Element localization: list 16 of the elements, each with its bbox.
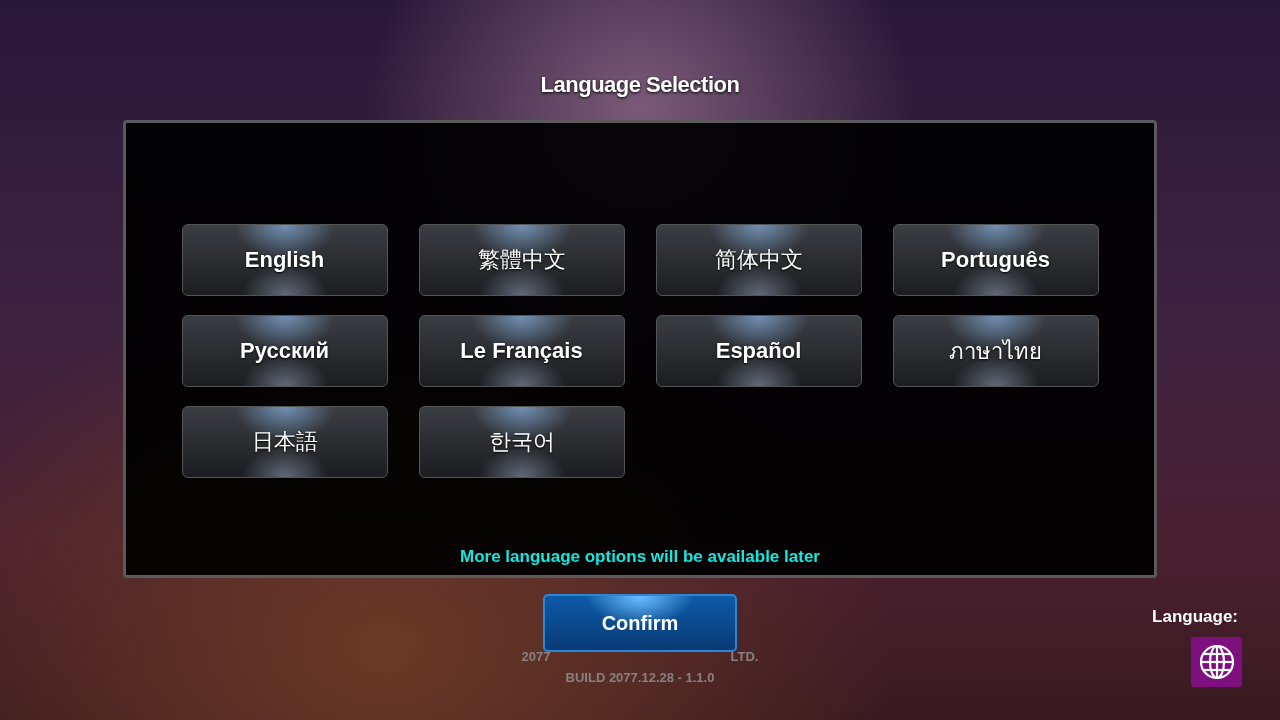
build-version: BUILD 2077.12.28 - 1.1.0 xyxy=(565,670,715,685)
language-button[interactable]: Português xyxy=(892,224,1099,296)
confirm-button[interactable]: Confirm xyxy=(543,594,737,652)
language-button[interactable]: 한국어 xyxy=(418,406,625,478)
info-note: More language options will be available later xyxy=(460,547,820,567)
dialog-title: Language Selection xyxy=(540,72,740,99)
language-button[interactable]: English xyxy=(181,224,388,296)
language-button[interactable]: ภาษาไทย xyxy=(892,315,1099,387)
globe-icon[interactable] xyxy=(1191,637,1242,687)
language-button[interactable]: 繁體中文 xyxy=(418,224,625,296)
language-button[interactable]: Le Français xyxy=(418,315,625,387)
language-button[interactable]: Русский xyxy=(181,315,388,387)
language-label: Language: xyxy=(1152,607,1238,627)
language-button[interactable]: 日本語 xyxy=(181,406,388,478)
language-button[interactable]: Español xyxy=(655,315,862,387)
language-button[interactable]: 简体中文 xyxy=(655,224,862,296)
